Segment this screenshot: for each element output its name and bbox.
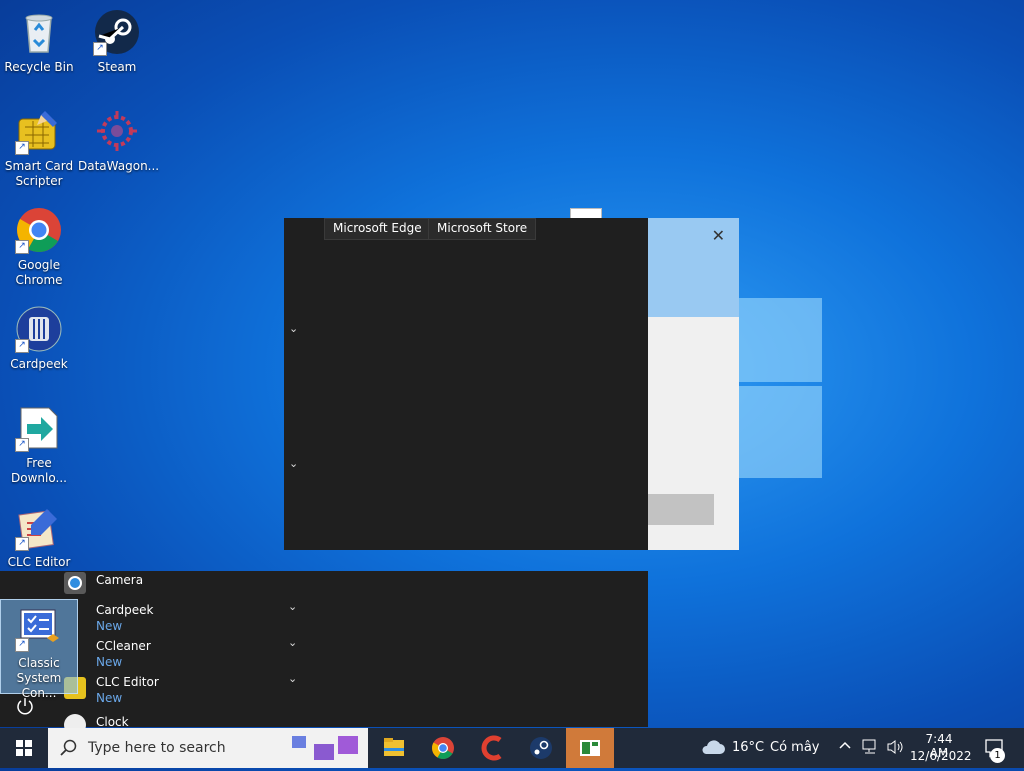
search-placeholder: Type here to search [88,740,226,756]
close-icon[interactable]: ✕ [712,226,725,245]
shortcut-arrow-icon: ↗ [93,42,107,56]
taskbar-chrome[interactable] [419,728,467,768]
desktop-icon-classic-system-control[interactable]: ↗ Classic System Con... [0,599,78,700]
chevron-down-icon[interactable]: ⌄ [288,672,297,685]
desktop-icon-steam[interactable]: ↗ Steam [78,8,156,75]
desktop-icon-google-chrome[interactable]: ↗ Google Chrome [0,206,78,288]
clc-editor-icon: ↗ [15,503,63,551]
chevron-up-icon[interactable] [838,738,852,756]
network-icon[interactable] [862,739,880,759]
search-highlight-icon [292,736,358,762]
shortcut-arrow-icon: ↗ [15,638,29,652]
shortcut-arrow-icon: ↗ [15,438,29,452]
taskbar: Type here to search 16°C Có mây 7:44 AM … [0,728,1024,768]
chrome-icon: ↗ [15,206,63,254]
datawagon-icon [93,107,141,155]
windows-logo-wallpaper [736,288,824,480]
desktop-icon-recycle-bin[interactable]: Recycle Bin [0,8,78,75]
start-menu: Camera Cardpeek New ⌄ CCleaner New ⌄ CLC… [0,571,648,736]
weather-temperature[interactable]: 16°C [732,740,764,755]
taskbar-ccleaner[interactable] [468,728,516,768]
search-box[interactable]: Type here to search [48,728,368,768]
free-download-manager-icon: ↗ [15,404,63,452]
tooltip-microsoft-store: Microsoft Store [428,218,537,240]
taskbar-file-explorer[interactable] [370,728,418,768]
desktop-icon-free-download-manager[interactable]: ↗ Free Downlo... [0,404,78,486]
new-badge: New [96,655,123,669]
start-button[interactable] [0,728,48,768]
desktop-icon-cardpeek[interactable]: ↗ Cardpeek [0,305,78,372]
recycle-bin-icon [15,8,63,56]
taskbar-steam[interactable] [517,728,565,768]
cloud-icon[interactable] [700,738,726,761]
chevron-down-icon[interactable]: ⌄ [289,457,298,470]
new-badge: New [96,691,123,705]
chevron-down-icon[interactable]: ⌄ [288,600,297,613]
desktop-icon-datawagon[interactable]: DataWagon... [78,107,159,174]
new-badge: New [96,619,123,633]
classic-system-control-icon: ↗ [15,604,63,652]
desktop-icon-clc-editor[interactable]: ↗ CLC Editor [0,503,78,570]
volume-icon[interactable] [886,739,904,759]
chevron-down-icon[interactable]: ⌄ [289,322,298,335]
taskbar-classic-system-control[interactable] [566,728,614,768]
shortcut-arrow-icon: ↗ [15,339,29,353]
shortcut-arrow-icon: ↗ [15,141,29,155]
cardpeek-icon: ↗ [15,305,63,353]
clock-date[interactable]: 12/6/2022 [910,749,972,763]
search-icon [60,739,78,760]
shortcut-arrow-icon: ↗ [15,537,29,551]
shortcut-arrow-icon: ↗ [15,240,29,254]
desktop-icon-smart-card-scripter[interactable]: ↗ Smart Card Scripter [0,107,78,189]
weather-description[interactable]: Có mây [770,740,820,755]
steam-icon: ↗ [93,8,141,56]
smart-card-scripter-icon: ↗ [15,107,63,155]
camera-icon [64,572,86,594]
chevron-down-icon[interactable]: ⌄ [288,636,297,649]
notification-badge: 1 [990,748,1005,763]
jumplist-flyout: Microsoft Edge Microsoft Store ⌄ ⌄ [284,218,648,550]
tooltip-microsoft-edge: Microsoft Edge [324,218,431,240]
